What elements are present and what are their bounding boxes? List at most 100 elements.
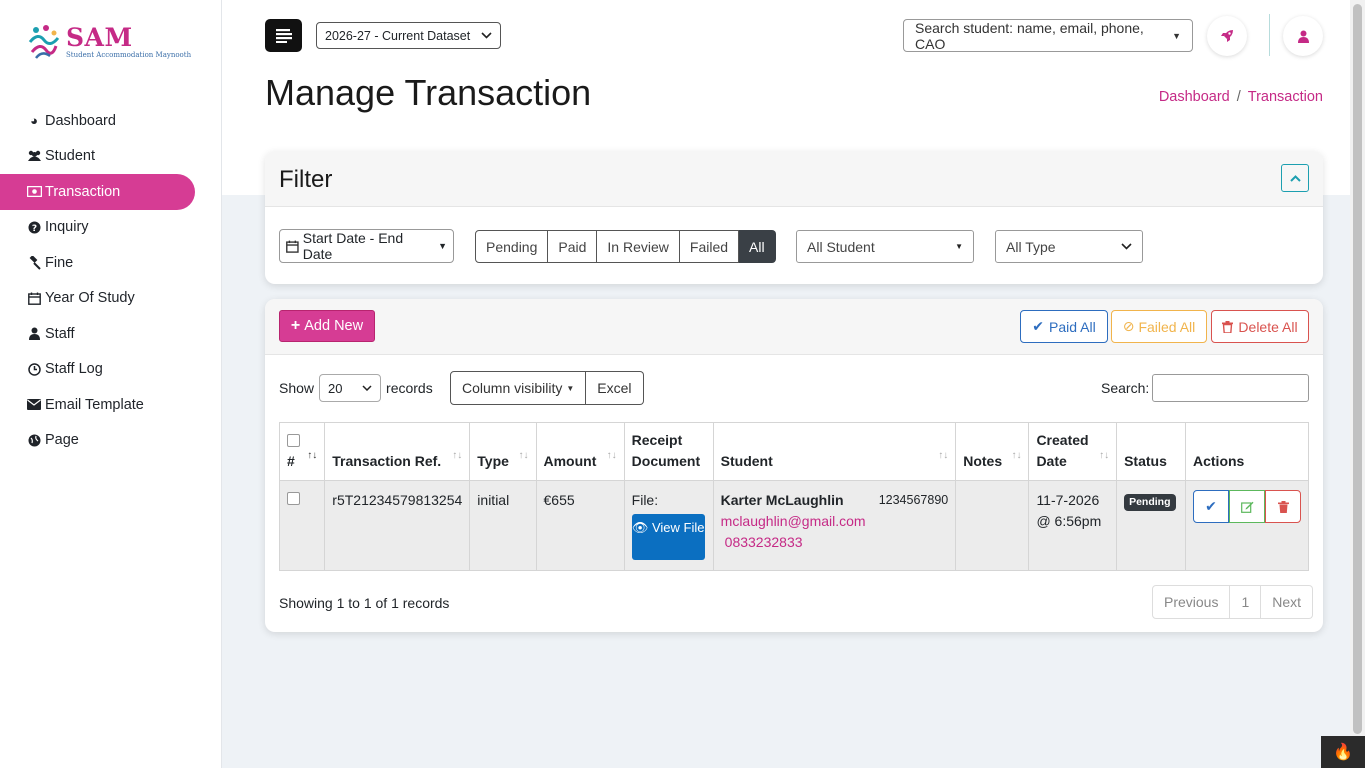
edit-button[interactable] xyxy=(1229,490,1265,523)
sidebar-item-label: Staff xyxy=(45,325,75,342)
row-select-cell xyxy=(278,480,326,571)
mark-paid-button[interactable]: ✔ xyxy=(1193,490,1229,523)
sidebar-item-label: Dashboard xyxy=(45,112,116,129)
column-header-label: Receipt Document xyxy=(631,432,701,469)
student-phone-link[interactable]: 0833232833 xyxy=(725,534,803,550)
sidebar-item-inquiry[interactable]: ? Inquiry xyxy=(0,210,222,246)
add-new-label: Add New xyxy=(304,318,364,334)
rocket-icon xyxy=(1221,30,1233,42)
excel-export-button[interactable]: Excel xyxy=(586,371,644,405)
pagination-page-1[interactable]: 1 xyxy=(1230,585,1262,619)
transactions-toolbar: + Add New ✔ Paid All ⊘ Failed All Delete… xyxy=(265,299,1323,355)
menu-toggle-button[interactable] xyxy=(265,19,302,52)
chevron-down-icon xyxy=(1121,243,1132,250)
select-all-checkbox[interactable] xyxy=(287,434,300,447)
pagination: Previous 1 Next xyxy=(1152,585,1314,619)
student-email-link[interactable]: mclaughlin@gmail.com xyxy=(721,513,866,529)
filter-header: Filter xyxy=(265,151,1323,207)
breadcrumb-dashboard-link[interactable]: Dashboard xyxy=(1159,89,1230,105)
sort-icon: ↑↓ xyxy=(307,450,318,461)
sidebar-item-fine[interactable]: Fine xyxy=(0,245,222,281)
column-header-student[interactable]: Student ↑↓ xyxy=(712,422,957,481)
column-header-label: # xyxy=(287,453,295,469)
receipt-document-cell: File: 👁 View File xyxy=(623,480,714,571)
table-search-input[interactable] xyxy=(1152,374,1309,402)
collapse-filter-button[interactable] xyxy=(1281,164,1309,192)
sidebar-item-dashboard[interactable]: ◕ Dashboard xyxy=(0,103,222,139)
delete-button[interactable] xyxy=(1265,490,1301,523)
page-length-control: Show 20 records xyxy=(279,374,433,402)
sidebar-item-year-of-study[interactable]: Year Of Study xyxy=(0,281,222,317)
column-visibility-label: Column visibility xyxy=(462,380,563,396)
failed-all-button[interactable]: ⊘ Failed All xyxy=(1111,310,1207,343)
created-date-cell: 11-7-2026 @ 6:56pm xyxy=(1028,480,1118,571)
sidebar-item-student[interactable]: Student xyxy=(0,139,222,175)
date-range-picker[interactable]: Start Date - End Date ▼ xyxy=(279,229,454,263)
column-header-label: Type xyxy=(477,453,509,469)
plus-icon: + xyxy=(290,317,301,334)
sidebar-item-label: Fine xyxy=(45,254,74,271)
column-header-transaction-ref[interactable]: Transaction Ref. ↑↓ xyxy=(324,422,471,481)
check-icon: ✔ xyxy=(1205,498,1217,514)
student-search-select[interactable]: Search student: name, email, phone, CAO … xyxy=(903,19,1193,52)
tachometer-icon: ◕ xyxy=(30,113,38,129)
page-scrollbar[interactable] xyxy=(1350,0,1365,768)
transactions-table: # ↑↓ Transaction Ref. ↑↓ Type ↑↓ Amount ↑↓ … xyxy=(278,422,1309,571)
status-filter-failed[interactable]: Failed xyxy=(679,230,740,263)
view-file-button[interactable]: 👁 View File xyxy=(631,514,705,560)
show-label: Show xyxy=(279,380,315,396)
column-header-select[interactable]: # ↑↓ xyxy=(278,422,326,481)
sidebar-item-staff[interactable]: Staff xyxy=(0,316,222,352)
filter-title: Filter xyxy=(279,166,333,193)
type-filter-select[interactable]: All Type xyxy=(995,230,1143,263)
failed-all-label: Failed All xyxy=(1138,318,1196,335)
column-header-created-date[interactable]: Created Date ↑↓ xyxy=(1028,422,1118,481)
status-filter-in-review[interactable]: In Review xyxy=(597,230,680,263)
status-filter-pending[interactable]: Pending xyxy=(475,230,549,263)
eye-icon: 👁 xyxy=(631,520,649,535)
student-filter-select[interactable]: All Student ▼ xyxy=(796,230,974,263)
pagination-next[interactable]: Next xyxy=(1261,585,1314,619)
column-header-label: Created Date xyxy=(1036,432,1089,469)
paid-all-button[interactable]: ✔ Paid All xyxy=(1020,310,1108,343)
fire-icon[interactable]: 🔥 xyxy=(1321,736,1365,768)
dataset-select[interactable]: 2026-27 - Current Dataset xyxy=(316,22,501,49)
calendar-icon xyxy=(26,292,42,305)
sidebar-item-staff-log[interactable]: Staff Log xyxy=(0,352,222,388)
column-header-type[interactable]: Type ↑↓ xyxy=(469,422,537,481)
column-header-label: Transaction Ref. xyxy=(332,453,442,469)
sidebar-item-label: Student xyxy=(45,148,95,165)
column-visibility-button[interactable]: Column visibility ▼ xyxy=(450,371,587,405)
status-filter-group: Pending Paid In Review Failed All xyxy=(475,230,776,263)
dataset-select-value: 2026-27 - Current Dataset xyxy=(325,28,471,43)
column-header-amount[interactable]: Amount ↑↓ xyxy=(535,422,625,481)
user-icon xyxy=(26,327,42,341)
svg-text:?: ? xyxy=(31,224,36,234)
column-header-receipt-document: Receipt Document xyxy=(623,422,714,481)
scrollbar-thumb[interactable] xyxy=(1353,4,1362,734)
sidebar-item-page[interactable]: Page xyxy=(0,423,222,459)
status-filter-paid[interactable]: Paid xyxy=(548,230,598,263)
user-icon xyxy=(1297,30,1309,43)
type-cell: initial xyxy=(469,480,537,571)
row-checkbox[interactable] xyxy=(287,492,300,505)
launch-button[interactable] xyxy=(1207,16,1247,56)
status-filter-all[interactable]: All xyxy=(739,230,776,263)
table-row: r5T21234579813254 initial €655 File: 👁 V… xyxy=(278,480,1309,571)
add-new-button[interactable]: + Add New xyxy=(279,310,375,342)
user-menu-button[interactable] xyxy=(1283,16,1323,56)
trash-icon xyxy=(1277,500,1289,513)
page-length-select[interactable]: 20 xyxy=(319,374,382,402)
delete-all-button[interactable]: Delete All xyxy=(1211,310,1309,343)
gavel-icon xyxy=(26,255,42,270)
sidebar-item-label: Inquiry xyxy=(45,219,89,236)
logo[interactable]: SAM Student Accommodation Maynooth xyxy=(26,22,191,62)
sidebar-item-transaction[interactable]: Transaction xyxy=(0,174,195,210)
sidebar-item-email-template[interactable]: Email Template xyxy=(0,387,222,423)
sort-icon: ↑↓ xyxy=(1011,450,1022,461)
column-header-status: Status xyxy=(1116,422,1186,481)
pagination-previous[interactable]: Previous xyxy=(1152,585,1231,619)
sidebar-item-label: Transaction xyxy=(45,183,121,200)
column-header-notes[interactable]: Notes ↑↓ xyxy=(955,422,1030,481)
page-length-value: 20 xyxy=(328,380,343,396)
